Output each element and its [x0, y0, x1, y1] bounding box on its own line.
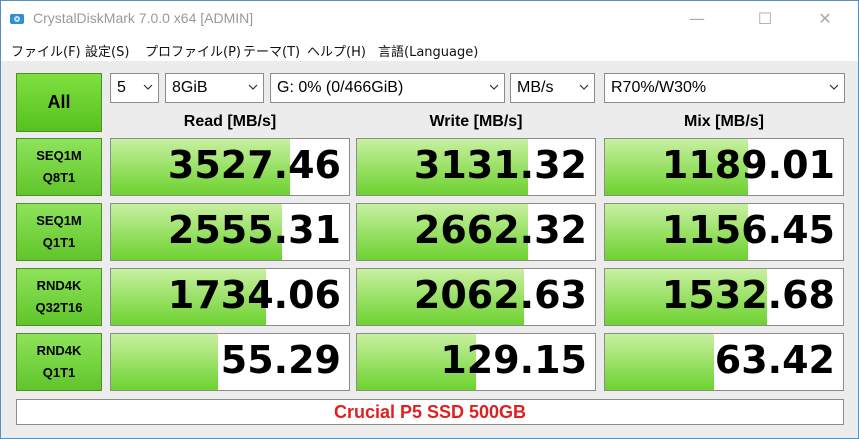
read-result-rnd4k-q1t1: 55.29	[110, 333, 350, 391]
menu-profile[interactable]: プロファイル(P)	[145, 41, 241, 60]
unit-value: MB/s	[517, 79, 554, 96]
read-value: 2555.31	[167, 208, 341, 252]
menu-theme[interactable]: テーマ(T)	[243, 41, 300, 60]
test-size-value: 8GiB	[172, 79, 208, 96]
all-button[interactable]: All	[16, 73, 102, 132]
write-result-seq1m-q8t1: 3131.32	[356, 138, 596, 196]
mix-result-rnd4k-q32t16: 1532.68	[604, 268, 844, 326]
comment-field[interactable]: Crucial P5 SSD 500GB	[16, 399, 844, 425]
maximize-button[interactable]: ☐	[742, 1, 788, 37]
row-button-seq1m-q1t1[interactable]: SEQ1M Q1T1	[16, 203, 102, 261]
mix-ratio-select[interactable]: R70%/W30%	[604, 73, 845, 103]
write-result-rnd4k-q1t1: 129.15	[356, 333, 596, 391]
write-value: 2662.32	[413, 208, 587, 252]
mix-value: 1532.68	[661, 273, 835, 317]
title-bar: CrystalDiskMark 7.0.0 x64 [ADMIN] — ☐ ✕	[1, 1, 858, 37]
chevron-down-icon	[829, 84, 839, 90]
write-value: 3131.32	[413, 143, 587, 187]
row-label-line1: RND4K	[36, 343, 82, 358]
drive-value: G: 0% (0/466GiB)	[277, 79, 404, 96]
read-result-seq1m-q8t1: 3527.46	[110, 138, 350, 196]
mix-header: Mix [MB/s]	[684, 113, 764, 130]
row-label-line2: Q32T16	[35, 300, 83, 315]
main-panel: All 5 8GiB G: 0% (0/466GiB) MB/s R70%/W3…	[1, 61, 858, 438]
menu-settings[interactable]: 設定(S)	[85, 41, 129, 60]
unit-select[interactable]: MB/s	[510, 73, 595, 103]
write-value: 2062.63	[413, 273, 587, 317]
row-label-line2: Q1T1	[42, 235, 76, 250]
write-header: Write [MB/s]	[429, 113, 523, 130]
test-count-value: 5	[117, 79, 126, 96]
window-title: CrystalDiskMark 7.0.0 x64 [ADMIN]	[33, 10, 254, 26]
read-value: 1734.06	[167, 273, 341, 317]
row-label-line1: SEQ1M	[36, 213, 82, 228]
chevron-down-icon	[489, 84, 499, 90]
read-result-rnd4k-q32t16: 1734.06	[110, 268, 350, 326]
mix-value: 1189.01	[661, 143, 835, 187]
read-fill-bar	[111, 334, 219, 390]
row-label-line2: Q1T1	[42, 365, 76, 380]
close-button[interactable]: ✕	[802, 1, 848, 37]
read-result-seq1m-q1t1: 2555.31	[110, 203, 350, 261]
read-value: 55.29	[220, 338, 341, 382]
mix-result-seq1m-q1t1: 1156.45	[604, 203, 844, 261]
write-result-rnd4k-q32t16: 2062.63	[356, 268, 596, 326]
mix-result-seq1m-q8t1: 1189.01	[604, 138, 844, 196]
row-button-seq1m-q8t1[interactable]: SEQ1M Q8T1	[16, 138, 102, 196]
mix-result-rnd4k-q1t1: 63.42	[604, 333, 844, 391]
read-value: 3527.46	[167, 143, 341, 187]
chevron-down-icon	[143, 84, 153, 90]
write-value: 129.15	[440, 338, 587, 382]
disk-app-icon	[10, 14, 24, 24]
write-result-seq1m-q1t1: 2662.32	[356, 203, 596, 261]
menu-file[interactable]: ファイル(F)	[11, 41, 81, 60]
row-label-line2: Q8T1	[42, 170, 76, 185]
mix-value: 1156.45	[661, 208, 835, 252]
app-window: CrystalDiskMark 7.0.0 x64 [ADMIN] — ☐ ✕ …	[0, 0, 859, 439]
row-button-rnd4k-q32t16[interactable]: RND4K Q32T16	[16, 268, 102, 326]
mix-value: 63.42	[714, 338, 835, 382]
chevron-down-icon	[579, 84, 589, 90]
drive-select[interactable]: G: 0% (0/466GiB)	[270, 73, 505, 103]
mix-fill-bar	[605, 334, 715, 390]
row-label-line1: RND4K	[36, 278, 82, 293]
row-button-rnd4k-q1t1[interactable]: RND4K Q1T1	[16, 333, 102, 391]
menu-bar: ファイル(F) 設定(S) プロファイル(P) テーマ(T) ヘルプ(H) 言語…	[1, 37, 858, 61]
test-count-select[interactable]: 5	[110, 73, 159, 103]
chevron-down-icon	[248, 84, 258, 90]
menu-language[interactable]: 言語(Language)	[378, 41, 478, 60]
mix-ratio-value: R70%/W30%	[611, 79, 707, 96]
row-label-line1: SEQ1M	[36, 148, 82, 163]
menu-help[interactable]: ヘルプ(H)	[307, 41, 366, 60]
read-header: Read [MB/s]	[183, 113, 277, 130]
minimize-button[interactable]: —	[674, 1, 720, 37]
test-size-select[interactable]: 8GiB	[165, 73, 264, 103]
